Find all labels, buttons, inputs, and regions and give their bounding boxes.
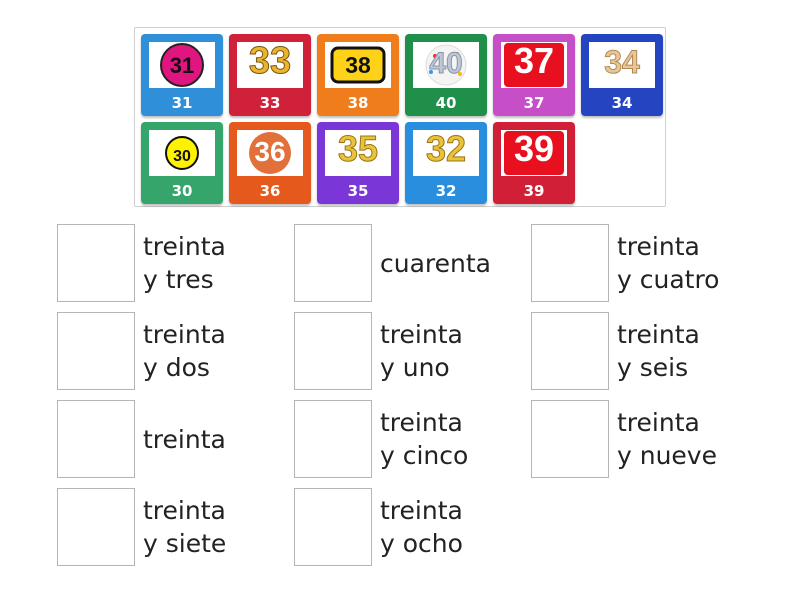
number-word-label: treinta y cuatro (617, 232, 720, 294)
drop-slot[interactable] (531, 224, 609, 302)
drop-slot[interactable] (57, 224, 135, 302)
tile-caption: 34 (611, 94, 633, 112)
tile-number-image: 31 (149, 42, 215, 88)
answer-tile-36[interactable]: 36 36 (229, 122, 311, 204)
tile-caption: 38 (347, 94, 369, 112)
number-word-label: treinta y tres (143, 232, 226, 294)
svg-text:32: 32 (426, 130, 466, 169)
drop-slot[interactable] (294, 400, 372, 478)
drop-slot[interactable] (57, 400, 135, 478)
number-word-label: cuarenta (380, 248, 491, 278)
tile-caption: 35 (347, 182, 369, 200)
answer-tile-30[interactable]: 30 30 (141, 122, 223, 204)
tile-number-image: 30 (149, 130, 215, 176)
answer-tile-40[interactable]: 40 40 (405, 34, 487, 116)
svg-text:34: 34 (604, 44, 640, 80)
answer-tile-39[interactable]: 39 39 (493, 122, 575, 204)
svg-text:38: 38 (345, 52, 371, 78)
tile-number-image: 34 (589, 42, 655, 88)
tile-caption: 33 (259, 94, 281, 112)
answer-tile-31[interactable]: 31 31 (141, 34, 223, 116)
number-word-label: treinta y dos (143, 320, 226, 382)
tile-caption: 37 (523, 94, 545, 112)
tile-caption: 40 (435, 94, 457, 112)
tile-number-image: 36 (237, 130, 303, 176)
answer-tile-34[interactable]: 34 34 (581, 34, 663, 116)
drop-slot[interactable] (57, 312, 135, 390)
tile-number-image: 40 (413, 42, 479, 88)
tile-number-image: 37 (501, 42, 567, 88)
tile-number-image: 38 (325, 42, 391, 88)
number-word-label: treinta y seis (617, 320, 700, 382)
answer-tile-32[interactable]: 32 32 (405, 122, 487, 204)
svg-text:40: 40 (429, 47, 462, 80)
answer-tile-33[interactable]: 33 33 (229, 34, 311, 116)
number-word-label: treinta (143, 424, 226, 454)
drop-slot[interactable] (294, 488, 372, 566)
tile-number-image: 32 (413, 130, 479, 176)
svg-text:35: 35 (338, 130, 378, 169)
svg-text:33: 33 (249, 42, 291, 82)
svg-text:37: 37 (514, 42, 554, 81)
drop-slot[interactable] (531, 400, 609, 478)
drop-slot[interactable] (294, 312, 372, 390)
number-word-label: treinta y cinco (380, 408, 469, 470)
number-word-label: treinta y uno (380, 320, 463, 382)
answer-tile-38[interactable]: 38 38 (317, 34, 399, 116)
svg-text:36: 36 (254, 136, 285, 167)
svg-text:31: 31 (170, 53, 194, 78)
number-word-label: treinta y ocho (380, 496, 463, 558)
number-word-label: treinta y nueve (617, 408, 717, 470)
answer-tile-35[interactable]: 35 35 (317, 122, 399, 204)
drop-slot[interactable] (57, 488, 135, 566)
tile-number-image: 33 (237, 42, 303, 88)
tile-caption: 31 (171, 94, 193, 112)
svg-text:39: 39 (514, 130, 554, 169)
tile-number-image: 35 (325, 130, 391, 176)
number-word-label: treinta y siete (143, 496, 227, 558)
answer-tile-tray: 31 31 33 33 38 38 40 40 37 37 34 34 30 30 36 36 35 35 32 32… (134, 27, 666, 207)
tile-caption: 32 (435, 182, 457, 200)
tile-caption: 39 (523, 182, 545, 200)
tile-caption: 30 (171, 182, 193, 200)
drop-slot[interactable] (294, 224, 372, 302)
tile-caption: 36 (259, 182, 281, 200)
tile-number-image: 39 (501, 130, 567, 176)
drop-slot[interactable] (531, 312, 609, 390)
svg-text:30: 30 (173, 148, 191, 165)
answer-tile-37[interactable]: 37 37 (493, 34, 575, 116)
